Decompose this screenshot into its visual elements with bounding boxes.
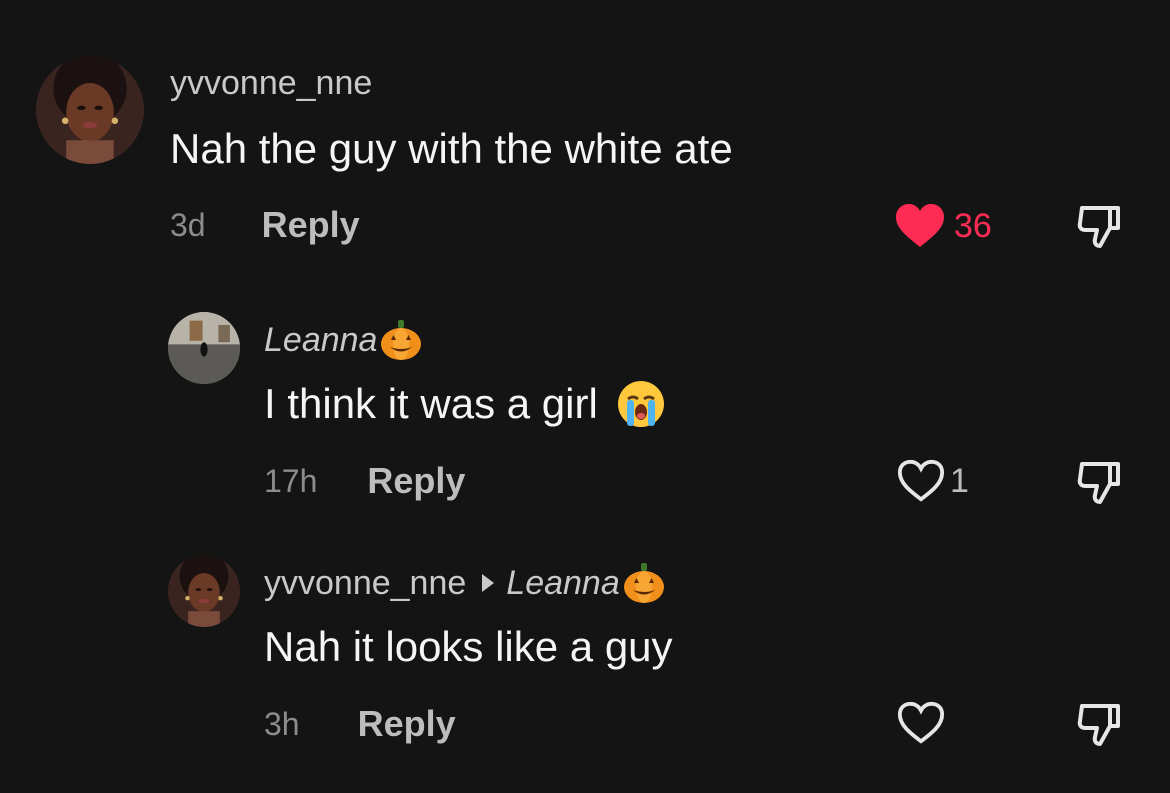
heart-outline-icon [897, 459, 945, 502]
comment-username[interactable]: yvvonne_nne [170, 63, 372, 103]
comment-timestamp: 3h [264, 705, 300, 742]
loudly-crying-face-icon [616, 379, 666, 429]
avatar[interactable] [36, 56, 144, 164]
comment-username[interactable]: yvvonne_nne Leanna [264, 561, 666, 605]
reply-to-username[interactable]: Leanna [506, 563, 619, 603]
comment-meta: 17h Reply [264, 460, 465, 502]
dislike-button[interactable] [1076, 204, 1122, 250]
avatar[interactable] [168, 555, 240, 627]
dislike-button[interactable] [1076, 702, 1122, 748]
reply-button[interactable]: Reply [262, 204, 360, 246]
like-button[interactable]: 1 [896, 458, 969, 504]
thumbs-down-icon [1077, 206, 1120, 248]
reply-button[interactable]: Reply [358, 703, 456, 745]
reply-arrow-icon [482, 574, 495, 592]
heart-outline-icon [897, 701, 945, 744]
thumbs-down-icon [1077, 462, 1120, 504]
comment-text: Nah it looks like a guy [264, 622, 673, 672]
like-button[interactable]: 36 [894, 203, 992, 249]
comment-text: I think it was a girl [264, 379, 666, 429]
comment-text-content: I think it was a girl [264, 380, 598, 427]
comment-meta: 3d Reply [170, 204, 360, 246]
comment-meta: 3h Reply [264, 703, 456, 745]
like-button[interactable] [896, 700, 952, 746]
comment-timestamp: 3d [170, 206, 206, 243]
avatar[interactable] [168, 312, 240, 384]
comment-text-content: Nah the guy with the white ate [170, 125, 733, 172]
jack-o-lantern-icon [622, 561, 666, 605]
heart-filled-icon [896, 204, 944, 247]
comment-username[interactable]: Leanna [264, 318, 423, 362]
reply-button[interactable]: Reply [367, 460, 465, 502]
like-count: 1 [950, 461, 969, 500]
comment-timestamp: 17h [264, 462, 318, 499]
username-text: yvvonne_nne [170, 64, 373, 102]
comment-text-content: Nah it looks like a guy [264, 623, 673, 670]
username-text: yvvonne_nne [264, 564, 467, 602]
dislike-button[interactable] [1076, 460, 1122, 506]
like-count: 36 [954, 206, 992, 245]
username-text: Leanna [264, 321, 378, 359]
comment-text: Nah the guy with the white ate [170, 124, 733, 174]
jack-o-lantern-icon [379, 318, 423, 362]
thumbs-down-icon [1077, 704, 1120, 746]
